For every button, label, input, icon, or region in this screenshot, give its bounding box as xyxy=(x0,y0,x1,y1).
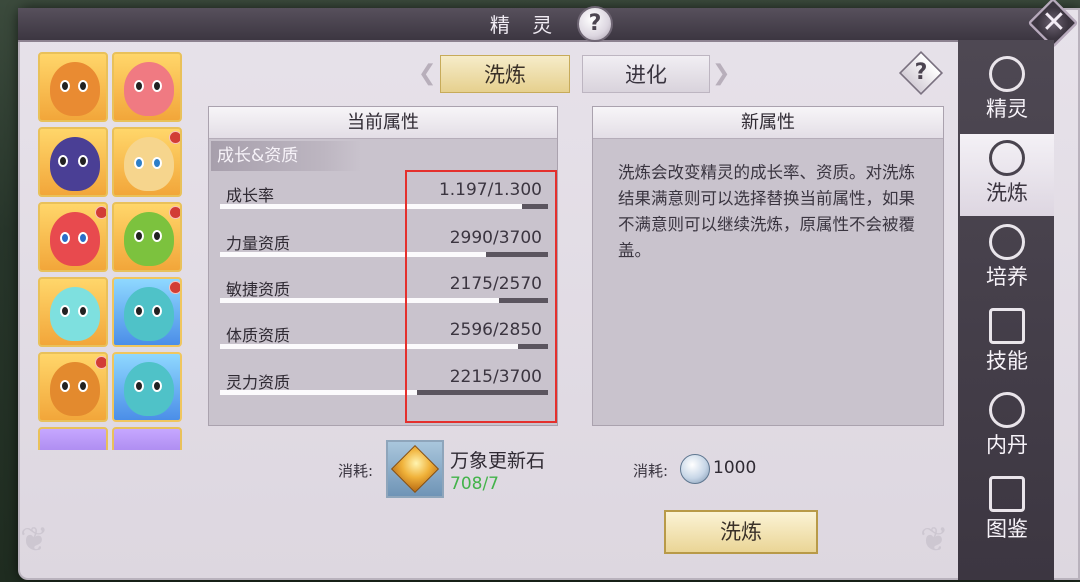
sprite-eye xyxy=(78,380,88,392)
sprite-eye xyxy=(134,380,144,392)
sprite-eye xyxy=(152,80,162,92)
inner-core-icon xyxy=(989,392,1025,428)
attr-name-agility: 敏捷资质 xyxy=(226,280,291,299)
refine-button[interactable]: 洗炼 xyxy=(664,510,818,554)
sprite-eye xyxy=(60,305,70,317)
sidebar-item-inner-core[interactable]: 内丹 xyxy=(960,386,1054,468)
sprite-slot-10[interactable] xyxy=(112,352,182,422)
sprite-notification-dot xyxy=(169,281,180,294)
sprite-eye xyxy=(58,155,68,167)
sidebar-item-cultivate[interactable]: 培养 xyxy=(960,218,1054,300)
sprite-eye xyxy=(78,155,88,167)
silver-coin-icon xyxy=(680,454,710,484)
tab-ornament-left-icon: ❮ xyxy=(418,61,437,86)
corner-ornament-icon: ❦ xyxy=(20,520,49,560)
current-attr-header: 当前属性 xyxy=(209,107,557,139)
sidebar-item-refine[interactable]: 洗炼 xyxy=(960,134,1054,216)
sidebar-item-skill[interactable]: 技能 xyxy=(960,302,1054,384)
new-attr-panel xyxy=(592,106,944,426)
sprite-slot-5[interactable] xyxy=(38,202,108,272)
sprite-eye xyxy=(78,232,88,244)
sidebar-item-label: 内丹 xyxy=(986,433,1028,457)
sprite-slot-2[interactable] xyxy=(112,52,182,122)
sprite-eye xyxy=(152,305,162,317)
sprite-portrait xyxy=(50,137,100,191)
tab-ornament-right-icon: ❯ xyxy=(712,61,731,86)
tab-refine[interactable]: 洗炼 xyxy=(440,55,570,93)
new-attr-header: 新属性 xyxy=(593,107,943,139)
sprite-portrait xyxy=(124,287,174,341)
sprite-portrait xyxy=(124,362,174,416)
sprite-notification-dot xyxy=(169,206,180,219)
window-title: 精 灵 xyxy=(489,13,561,37)
attr-bar-fill xyxy=(220,390,417,395)
sprite-slot-7[interactable] xyxy=(38,277,108,347)
sprite-eye xyxy=(134,305,144,317)
sprite-list[interactable] xyxy=(36,50,186,450)
sprite-portrait xyxy=(124,62,174,116)
sidebar-item-label: 洗炼 xyxy=(986,181,1028,205)
sprite-slot-8[interactable] xyxy=(112,277,182,347)
sprite-portrait xyxy=(124,137,174,191)
attr-name-strength: 力量资质 xyxy=(226,234,291,253)
sidebar-item-label: 技能 xyxy=(986,349,1028,373)
sprite-eye xyxy=(134,80,144,92)
sprite-eye xyxy=(152,157,162,169)
sprite-notification-dot xyxy=(95,356,106,369)
window-help-icon[interactable]: ? xyxy=(577,6,613,42)
sprite-eye xyxy=(78,80,88,92)
refine-flame-icon xyxy=(989,140,1025,176)
corner-ornament-icon: ❦ xyxy=(920,520,949,560)
attr-name-constitution: 体质资质 xyxy=(226,326,291,345)
sprite-slot-9[interactable] xyxy=(38,352,108,422)
sprite-portrait xyxy=(124,212,174,266)
item-cost-label: 消耗: xyxy=(338,462,374,480)
growth-aptitude-tag: 成长&资质 xyxy=(211,141,361,171)
sprite-eye xyxy=(60,80,70,92)
tab-evolve[interactable]: 进化 xyxy=(582,55,710,93)
sprite-eye xyxy=(134,157,144,169)
cultivate-ring-icon xyxy=(989,224,1025,260)
sprite-slot-3[interactable] xyxy=(38,127,108,197)
sprite-slot-1[interactable] xyxy=(38,52,108,122)
close-icon[interactable]: ✕ xyxy=(1038,4,1070,42)
sprite-eye xyxy=(60,232,70,244)
sidebar-item-sprite[interactable]: 精灵 xyxy=(960,50,1054,132)
sprite-portrait xyxy=(50,212,100,266)
values-highlight-box xyxy=(405,170,557,423)
atlas-book-icon xyxy=(989,476,1025,512)
sprite-notification-dot xyxy=(95,206,106,219)
sidebar-item-atlas[interactable]: 图鉴 xyxy=(960,470,1054,552)
sprite-eye xyxy=(152,230,162,242)
sprite-eye xyxy=(134,230,144,242)
refine-stone-name: 万象更新石 xyxy=(450,450,546,472)
sprite-portrait xyxy=(50,62,100,116)
sprite-portrait xyxy=(50,287,100,341)
sprite-slot-4[interactable] xyxy=(112,127,182,197)
refine-stone-count: 708/7 xyxy=(450,474,499,494)
sprite-eye xyxy=(60,380,70,392)
sprite-eye xyxy=(152,380,162,392)
panel-help-icon[interactable]: ? xyxy=(902,54,940,92)
sprite-portrait xyxy=(50,362,100,416)
skill-book-icon xyxy=(989,308,1025,344)
sprite-slot-11[interactable] xyxy=(38,427,108,450)
sprite-slot-12[interactable] xyxy=(112,427,182,450)
refine-description: 洗炼会改变精灵的成长率、资质。对洗炼结果满意则可以选择替换当前属性，如果不满意则… xyxy=(618,163,915,260)
coin-cost-label: 消耗: xyxy=(633,462,669,480)
sidebar-item-label: 图鉴 xyxy=(986,517,1028,541)
sprite-notification-dot xyxy=(169,131,180,144)
sprite-eye xyxy=(78,305,88,317)
attr-name-growth: 成长率 xyxy=(226,186,275,205)
sprite-slot-6[interactable] xyxy=(112,202,182,272)
sidebar-item-label: 培养 xyxy=(986,265,1028,289)
sidebar-item-label: 精灵 xyxy=(986,97,1028,121)
coin-cost-amount: 1000 xyxy=(713,458,757,478)
sprite-ring-icon xyxy=(989,56,1025,92)
